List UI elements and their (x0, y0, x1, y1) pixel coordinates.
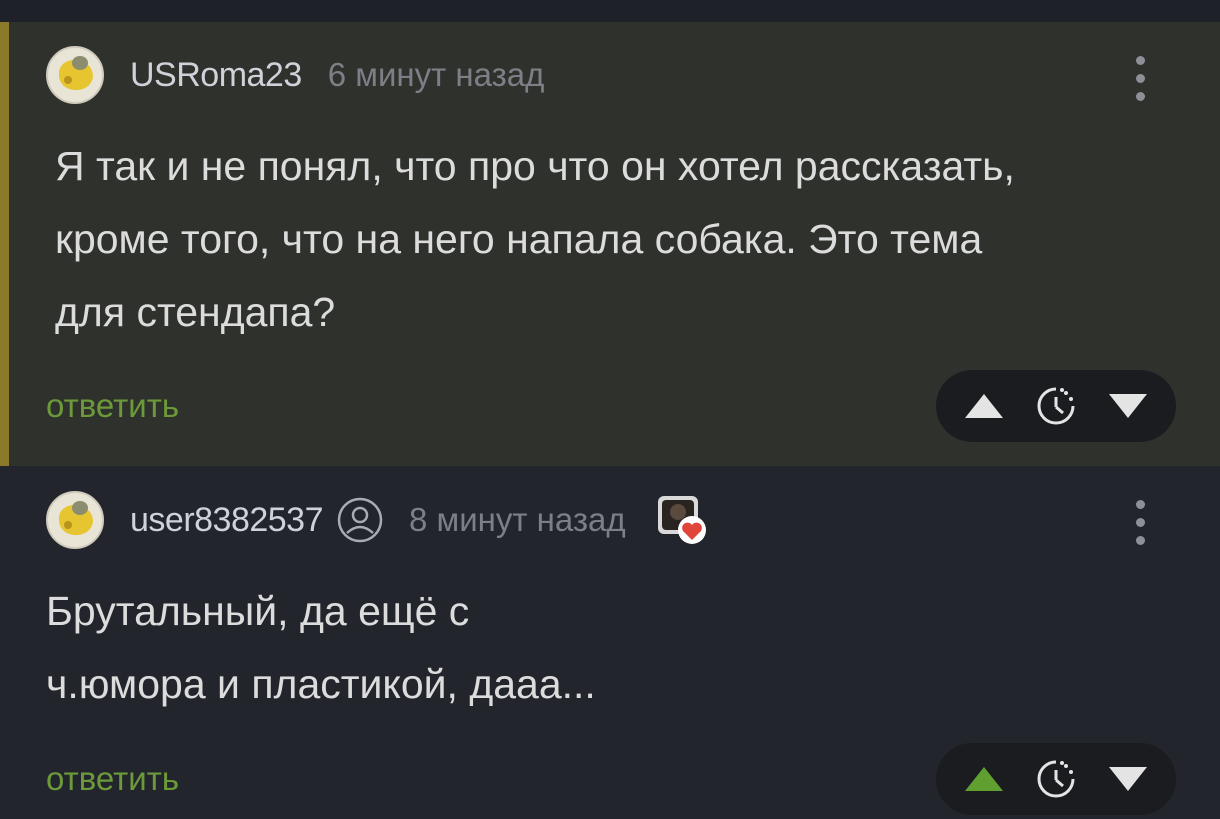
more-vertical-icon[interactable] (1133, 500, 1147, 545)
top-strip (0, 0, 1220, 22)
comment-text: Я так и не понял, что про что он хотел р… (55, 130, 1015, 349)
reply-link[interactable]: ответить (46, 760, 179, 798)
comment-text-line: кроме того, что на него напала собака. Э… (55, 216, 983, 262)
comment-header: USRoma23 6 минут назад (46, 46, 544, 104)
comment-header: user8382537 8 минут назад (46, 490, 710, 550)
comment-text-line: Я так и не понял, что про что он хотел р… (55, 143, 1015, 189)
vote-controls (936, 370, 1176, 442)
comment: user8382537 8 минут назад Брутальный, да… (0, 466, 1220, 819)
upvote-icon[interactable] (964, 765, 1004, 793)
comment-text: Брутальный, да ещё с ч.юмора и пластикой… (46, 575, 596, 721)
avatar[interactable] (46, 491, 104, 549)
user-icon (337, 497, 383, 543)
upvote-icon[interactable] (964, 392, 1004, 420)
timer-icon[interactable] (1035, 758, 1077, 800)
comment-highlighted: USRoma23 6 минут назад Я так и не понял,… (0, 22, 1220, 466)
comment-text-line: для стендапа? (55, 289, 336, 335)
timestamp: 6 минут назад (327, 56, 545, 93)
timer-icon[interactable] (1035, 385, 1077, 427)
downvote-icon[interactable] (1108, 392, 1148, 420)
username[interactable]: user8382537 (130, 501, 324, 540)
comment-text-line: ч.юмора и пластикой, дааа... (46, 661, 596, 707)
avatar[interactable] (46, 46, 104, 104)
badge-heart-icon[interactable] (650, 490, 710, 550)
timestamp: 8 минут назад (409, 501, 626, 538)
vote-controls (936, 743, 1176, 815)
more-vertical-icon[interactable] (1133, 56, 1147, 101)
reply-link[interactable]: ответить (46, 387, 179, 425)
username[interactable]: USRoma23 (130, 56, 302, 95)
downvote-icon[interactable] (1108, 765, 1148, 793)
comment-text-line: Брутальный, да ещё с (46, 588, 470, 634)
